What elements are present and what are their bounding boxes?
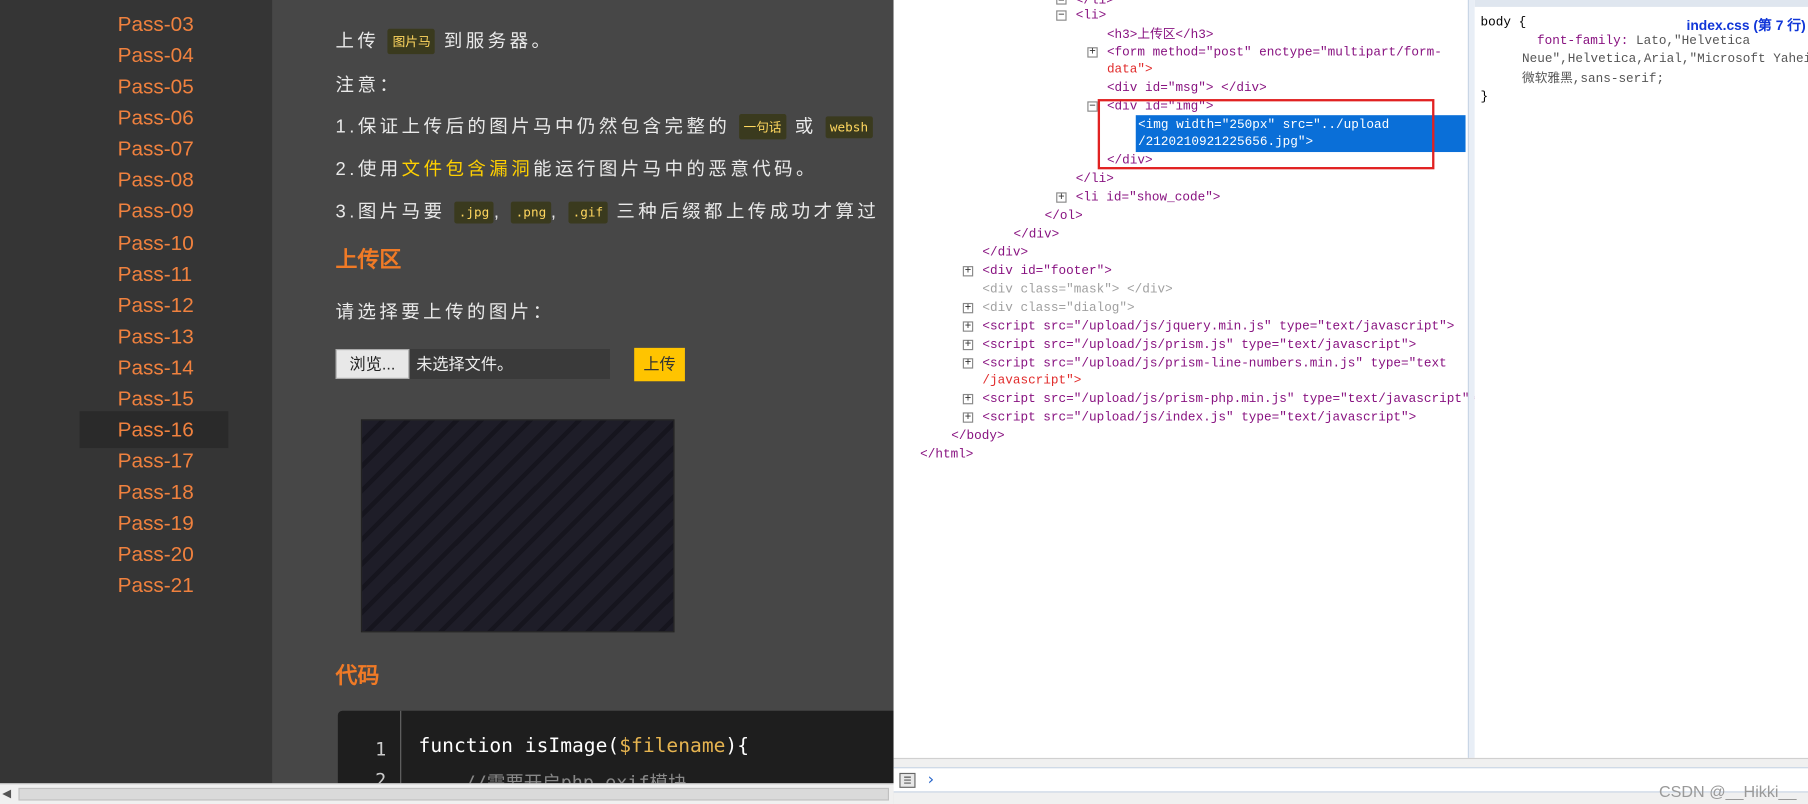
css-prop-value-c: 微软雅黑,sans-serif; (1522, 72, 1665, 87)
note-2-prefix: 2.使用 (335, 160, 402, 180)
note-3-suffix: 三种后缀都上传成功才算过 (616, 202, 880, 223)
note-3-sep-2: , (550, 202, 560, 223)
expand-icon[interactable]: + (962, 321, 974, 332)
intro-suffix: 到服务器。 (443, 32, 554, 52)
devtools-panel: ⊟ </li> − <li> <h3>上传区</h3> + <form meth… (893, 0, 1808, 804)
note-3: 3.图片马要 .jpg, .png, .gif 三种后缀都上传成功才算过 (336, 196, 880, 224)
note-1-mid: 或 (794, 117, 817, 138)
upload-button[interactable]: 上传 (634, 347, 685, 382)
code-keyword: function (418, 734, 513, 758)
dom-div-close-3[interactable]: </div> (982, 244, 1028, 262)
line-numbers: 1 2 (338, 710, 402, 784)
dom-script-1[interactable]: <script src="/upload/js/jquery.min.js" t… (982, 318, 1454, 336)
css-selector[interactable]: body { (1481, 14, 1527, 32)
code-line-1: function isImage($filename){ (419, 735, 749, 758)
main-content: 上传 图片马 到服务器。 注意： 1.保证上传后的图片马中仍然包含完整的 一句话… (272, 0, 895, 784)
code-line-2: //需要开启php_exif模块 (464, 771, 687, 784)
code-block: 1 2 function isImage($filename){ //需要开启p… (337, 710, 895, 784)
code-section-title: 代码 (335, 664, 380, 689)
choose-file-prompt: 请选择要上传的图片： (335, 302, 555, 323)
expand-icon[interactable]: + (962, 393, 974, 405)
ext-jpg-tag: .jpg (454, 201, 494, 224)
expand-icon[interactable]: + (962, 266, 974, 277)
dom-script-3-a[interactable]: <script src="/upload/js/prism-line-numbe… (982, 355, 1446, 373)
dom-form-a[interactable]: <form method="post" enctype="multipart/f… (1107, 44, 1442, 62)
screen: Pass-03 Pass-04 Pass-05 Pass-06 Pass-07 … (0, 0, 1808, 804)
console-menu-icon[interactable]: ☰ (899, 772, 916, 788)
collapse-icon[interactable]: − (1056, 10, 1067, 21)
dom-li-open[interactable]: <li> (1076, 7, 1106, 25)
intro-tag: 图片马 (387, 28, 436, 55)
css-rules-pane: index.css (第 7 行) body { font-family: La… (1474, 0, 1808, 758)
upload-section-title: 上传区 (335, 248, 402, 273)
red-annotation-box (1097, 99, 1435, 170)
dom-ol-close[interactable]: </ol> (1045, 207, 1083, 225)
note-2-suffix: 能运行图片马中的恶意代码。 (533, 160, 818, 180)
intro-prefix: 上传 (335, 32, 380, 52)
dom-form-b[interactable]: data"> (1107, 61, 1153, 79)
horizontal-scrollbar[interactable]: ◀ (0, 783, 894, 804)
dom-h3[interactable]: <h3>上传区</h3> (1107, 26, 1214, 44)
notice-label: 注意： (335, 76, 402, 96)
sidebar-item-pass-21[interactable]: Pass-21 (80, 567, 229, 604)
collapse-icon[interactable]: − (1087, 101, 1098, 112)
css-property[interactable]: font-family: Lato,"Helvetica (1537, 32, 1750, 50)
dom-div-dialog[interactable]: <div class="dialog"> (982, 299, 1134, 317)
code-brace: ){ (725, 734, 750, 758)
css-close: } (1480, 90, 1489, 105)
file-inclusion-link[interactable]: 文件包含漏洞 (402, 160, 533, 180)
css-prop-name: font-family: (1537, 34, 1629, 49)
scroll-thumb[interactable] (18, 787, 890, 801)
file-input[interactable]: 浏览... 未选择文件。 (335, 349, 610, 379)
collapse-icon[interactable]: ⊟ (1056, 0, 1067, 5)
note-1: 1.保证上传后的图片马中仍然包含完整的 一句话 或 websh (336, 111, 873, 140)
dom-div-close-2[interactable]: </div> (1014, 226, 1060, 244)
sidebar: Pass-03 Pass-04 Pass-05 Pass-06 Pass-07 … (0, 0, 273, 784)
code-variable: $filename (619, 734, 726, 758)
note-3-sep-1: , (493, 202, 503, 223)
dom-li-close[interactable]: </li> (1076, 170, 1114, 188)
expand-icon[interactable]: + (962, 302, 974, 314)
expand-icon[interactable]: + (962, 358, 974, 369)
browse-button[interactable]: 浏览... (335, 349, 410, 379)
expand-icon[interactable]: + (1087, 47, 1098, 58)
watermark: CSDN @__Hikki__ (1658, 782, 1797, 801)
dom-script-2[interactable]: <script src="/upload/js/prism.js" type="… (982, 336, 1416, 354)
expand-icon[interactable]: + (962, 339, 974, 351)
console-input[interactable]: ☰ › CSDN @__Hikki__ (893, 767, 1808, 801)
dom-body-close[interactable]: </body> (951, 427, 1004, 445)
css-prop-value-a: Lato,"Helvetica (1628, 34, 1751, 49)
scroll-left-icon[interactable]: ◀ (2, 788, 11, 801)
dom-tree: ⊟ </li> − <li> <h3>上传区</h3> + <form meth… (893, 0, 1477, 758)
dom-li-showcode[interactable]: <li id="show_code"> (1076, 189, 1221, 207)
note-2: 2.使用文件包含漏洞能运行图片马中的恶意代码。 (336, 153, 818, 181)
css-prop-value-b: Neue",Helvetica,Arial,"Microsoft Yahei", (1522, 52, 1808, 67)
console-prompt: › (925, 770, 936, 790)
expand-icon[interactable]: + (962, 412, 974, 423)
expand-icon[interactable]: + (1056, 192, 1067, 203)
uploaded-image-preview (360, 419, 675, 633)
ext-gif-tag: .gif (568, 201, 608, 224)
dom-div-footer[interactable]: <div id="footer"> (982, 263, 1111, 281)
note-1-text: 1.保证上传后的图片马中仍然包含完整的 (335, 117, 731, 138)
line-number-2: 2 (375, 769, 387, 784)
dom-script-3-b[interactable]: /javascript"> (982, 372, 1081, 390)
note-1-tag-2: websh (825, 116, 873, 139)
sidebar-panel: Pass-03 Pass-04 Pass-05 Pass-06 Pass-07 … (0, 0, 273, 784)
no-file-label: 未选择文件。 (416, 354, 514, 374)
dom-div-msg[interactable]: <div id="msg"> </div> (1107, 79, 1267, 97)
console-bar: ☰ › CSDN @__Hikki__ (893, 757, 1808, 804)
pane-divider[interactable] (1467, 0, 1475, 758)
note-3-prefix: 3.图片马要 (335, 202, 446, 223)
note-1-tag-1: 一句话 (738, 114, 787, 140)
dom-html-close[interactable]: </html> (920, 446, 973, 464)
ext-png-tag: .png (511, 201, 551, 224)
dom-script-4[interactable]: <script src="/upload/js/prism-php.min.js… (982, 390, 1477, 408)
css-pane-header (1474, 0, 1808, 7)
line-number-1: 1 (375, 738, 387, 761)
intro-line: 上传 图片马 到服务器。 (335, 25, 554, 55)
dom-div-mask[interactable]: <div class="mask"> </div> (982, 281, 1172, 299)
code-function-name: isImage( (512, 734, 620, 758)
dom-script-5[interactable]: <script src="/upload/js/index.js" type="… (982, 409, 1416, 427)
